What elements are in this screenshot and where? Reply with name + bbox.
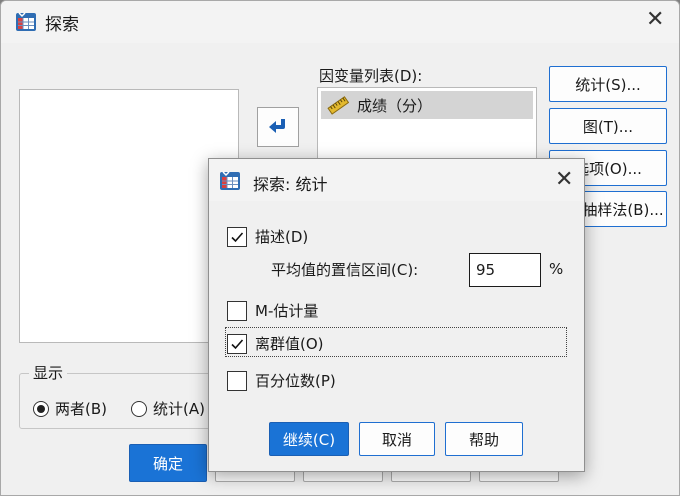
statistics-button[interactable]: 统计(S)...	[549, 66, 667, 102]
display-statistics-label: 统计(A)	[153, 400, 205, 418]
help-button[interactable]: 帮助	[445, 422, 523, 456]
radio-unselected-icon	[131, 400, 147, 417]
m-estimators-checkbox-row[interactable]: M-估计量	[227, 300, 318, 321]
confidence-interval-label: 平均值的置信区间(C):	[271, 261, 419, 279]
dependent-item-label: 成绩（分）	[357, 96, 433, 115]
help-button-label: 帮助	[468, 430, 499, 449]
statistics-dialog: 探索: 统计 ✕ 描述(D) 平均值的置信区间(C): 95 % M-估计量 离…	[208, 158, 585, 472]
check-icon	[231, 338, 244, 349]
statistics-button-label: 统计(S)...	[575, 75, 641, 94]
close-icon[interactable]: ✕	[646, 7, 664, 32]
m-estimators-label: M-估计量	[255, 302, 319, 320]
move-to-dependent-button[interactable]	[257, 107, 299, 147]
dependent-list-item[interactable]: 成绩（分）	[321, 91, 533, 119]
cancel-button-label: 取消	[381, 430, 412, 449]
percentiles-checkbox[interactable]	[227, 370, 247, 391]
ok-button[interactable]: 确定	[129, 444, 207, 482]
outliers-label: 离群值(O)	[255, 335, 324, 353]
dialog-titlebar: 探索: 统计 ✕	[209, 159, 584, 201]
cancel-button[interactable]: 取消	[359, 422, 435, 456]
display-group-label: 显示	[29, 362, 68, 383]
ok-button-label: 确定	[152, 454, 183, 473]
outliers-checkbox[interactable]	[227, 333, 247, 354]
percentiles-checkbox-row[interactable]: 百分位数(P)	[227, 370, 336, 391]
spss-table-icon	[16, 12, 36, 31]
confidence-interval-value: 95	[476, 261, 496, 279]
dialog-title: 探索: 统计	[253, 175, 328, 194]
window-title: 探索	[45, 15, 79, 35]
m-estimators-checkbox[interactable]	[227, 300, 247, 321]
dialog-close-icon[interactable]: ✕	[555, 167, 573, 192]
percent-unit: %	[549, 260, 564, 278]
dependent-list-label: 因变量列表(D):	[319, 67, 423, 85]
display-statistics-radio[interactable]: 统计(A)	[131, 398, 205, 419]
percentiles-label: 百分位数(P)	[255, 372, 336, 390]
continue-button[interactable]: 继续(C)	[269, 422, 349, 456]
display-both-label: 两者(B)	[55, 400, 107, 418]
outliers-checkbox-row[interactable]: 离群值(O)	[227, 333, 324, 354]
descriptives-checkbox[interactable]	[227, 226, 247, 247]
main-titlebar: 探索 ✕	[1, 1, 679, 43]
scale-ruler-icon	[327, 96, 349, 115]
plots-button-label: 图(T)...	[582, 117, 634, 136]
arrow-left-icon	[269, 119, 285, 133]
radio-selected-icon	[33, 400, 49, 417]
display-both-radio[interactable]: 两者(B)	[33, 398, 107, 419]
spss-table-icon	[220, 171, 240, 190]
source-variable-list[interactable]	[19, 89, 239, 343]
descriptives-label: 描述(D)	[255, 228, 309, 246]
continue-button-label: 继续(C)	[282, 430, 336, 449]
check-icon	[231, 231, 244, 242]
plots-button[interactable]: 图(T)...	[549, 108, 667, 144]
confidence-interval-input[interactable]: 95	[469, 253, 541, 287]
descriptives-checkbox-row[interactable]: 描述(D)	[227, 226, 308, 247]
